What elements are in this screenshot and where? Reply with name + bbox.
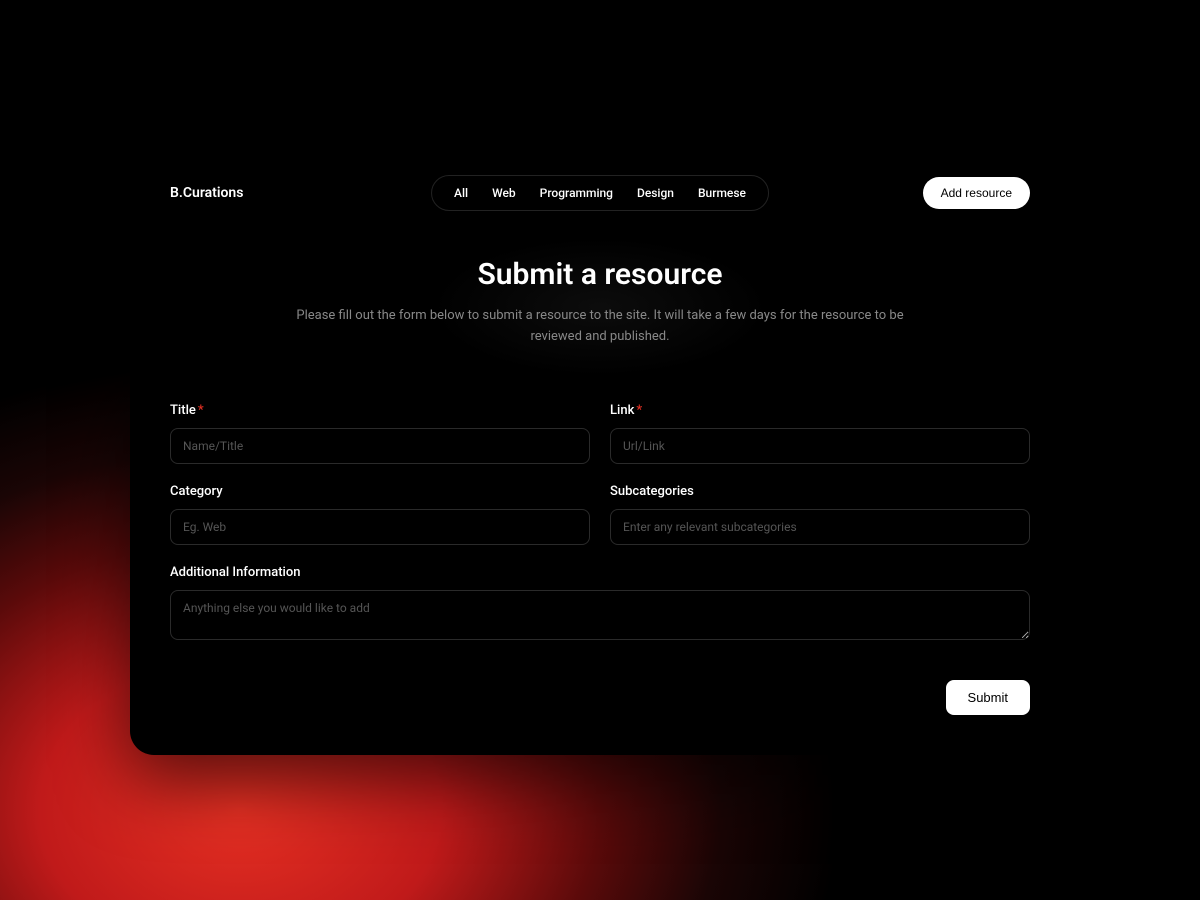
title-input[interactable] <box>170 428 590 464</box>
nav-item-all[interactable]: All <box>454 186 468 200</box>
link-label: Link* <box>610 403 1030 418</box>
title-group: Title* <box>170 403 590 464</box>
page-subtitle: Please fill out the form below to submit… <box>280 306 920 348</box>
nav-item-web[interactable]: Web <box>492 186 516 200</box>
subcategories-input[interactable] <box>610 509 1030 545</box>
subcategories-label: Subcategories <box>610 484 1030 499</box>
header: B.Curations All Web Programming Design B… <box>170 177 1030 209</box>
add-resource-button[interactable]: Add resource <box>923 177 1030 209</box>
nav-item-programming[interactable]: Programming <box>540 186 613 200</box>
required-marker: * <box>198 403 204 418</box>
required-marker: * <box>636 403 642 418</box>
nav-item-burmese[interactable]: Burmese <box>698 186 746 200</box>
submit-resource-form: Title* Link* Category Subcategories Addi… <box>170 403 1030 715</box>
subcategories-group: Subcategories <box>610 484 1030 545</box>
form-actions: Submit <box>170 680 1030 715</box>
app-window: B.Curations All Web Programming Design B… <box>130 145 1070 756</box>
link-input[interactable] <box>610 428 1030 464</box>
category-input[interactable] <box>170 509 590 545</box>
hero: Submit a resource Please fill out the fo… <box>170 257 1030 348</box>
page-title: Submit a resource <box>170 257 1030 292</box>
title-label: Title* <box>170 403 590 418</box>
title-label-text: Title <box>170 403 196 418</box>
category-label: Category <box>170 484 590 499</box>
main-nav: All Web Programming Design Burmese <box>431 175 769 211</box>
category-group: Category <box>170 484 590 545</box>
submit-button[interactable]: Submit <box>946 680 1030 715</box>
nav-item-design[interactable]: Design <box>637 186 674 200</box>
brand-logo[interactable]: B.Curations <box>170 185 243 201</box>
link-group: Link* <box>610 403 1030 464</box>
link-label-text: Link <box>610 403 634 418</box>
additional-group: Additional Information <box>170 565 1030 640</box>
additional-textarea[interactable] <box>170 590 1030 640</box>
additional-label: Additional Information <box>170 565 1030 580</box>
